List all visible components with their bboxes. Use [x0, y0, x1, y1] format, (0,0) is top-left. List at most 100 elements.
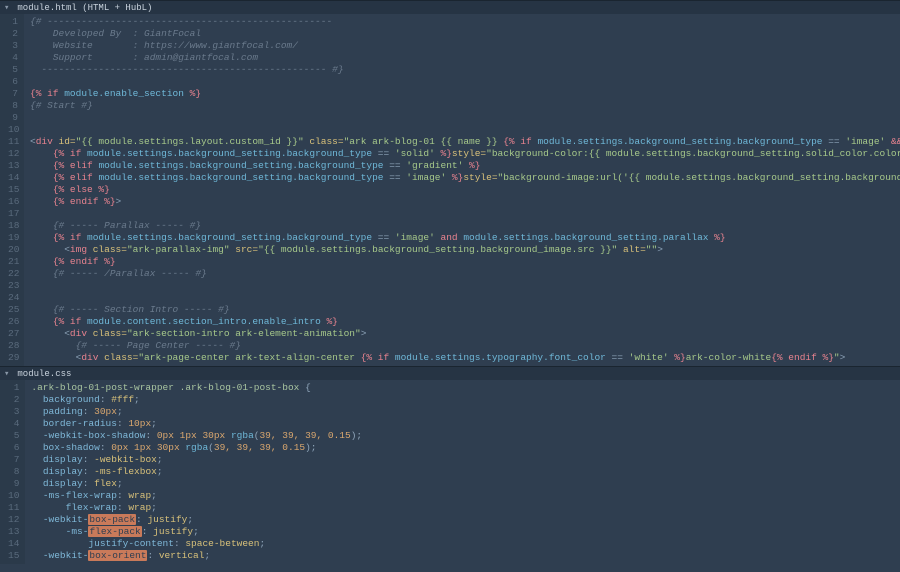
- code-line[interactable]: {% if module.enable_section %}: [30, 88, 900, 100]
- top-code[interactable]: {# -------------------------------------…: [24, 14, 900, 366]
- line-number: 9: [8, 478, 19, 490]
- code-line[interactable]: -ms-flex-wrap: wrap;: [31, 490, 362, 502]
- line-number: 5: [8, 430, 19, 442]
- code-line[interactable]: [30, 280, 900, 292]
- line-number: 20: [8, 244, 18, 256]
- code-line[interactable]: background: #fff;: [31, 394, 362, 406]
- line-number: 19: [8, 232, 18, 244]
- code-line[interactable]: [30, 124, 900, 136]
- chevron-down-icon: ▾: [4, 1, 12, 15]
- code-line[interactable]: {% if module.settings.background_setting…: [30, 232, 900, 244]
- bottom-editor[interactable]: 123456789101112131415 .ark-blog-01-post-…: [0, 380, 900, 564]
- code-line[interactable]: Support : admin@giantfocal.com: [30, 52, 900, 64]
- code-line[interactable]: {% if module.settings.background_setting…: [30, 148, 900, 160]
- line-number: 28: [8, 340, 18, 352]
- bottom-gutter: 123456789101112131415: [0, 380, 25, 564]
- line-number: 13: [8, 526, 19, 538]
- code-line[interactable]: display: -webkit-box;: [31, 454, 362, 466]
- code-line[interactable]: {# -------------------------------------…: [30, 16, 900, 28]
- line-number: 15: [8, 550, 19, 562]
- line-number: 2: [8, 394, 19, 406]
- line-number: 4: [8, 52, 18, 64]
- line-number: 7: [8, 88, 18, 100]
- code-line[interactable]: -ms-flex-pack: justify;: [31, 526, 362, 538]
- top-file-title: module.html (HTML + HubL): [17, 3, 152, 13]
- code-line[interactable]: -webkit-box-pack: justify;: [31, 514, 362, 526]
- code-line[interactable]: ----------------------------------------…: [30, 64, 900, 76]
- code-line[interactable]: <img class="ark-parallax-img" src="{{ mo…: [30, 244, 900, 256]
- code-line[interactable]: Developed By : GiantFocal: [30, 28, 900, 40]
- code-line[interactable]: {# ----- Page Center ----- #}: [30, 340, 900, 352]
- line-number: 8: [8, 100, 18, 112]
- line-number: 21: [8, 256, 18, 268]
- line-number: 6: [8, 442, 19, 454]
- line-number: 10: [8, 490, 19, 502]
- line-number: 8: [8, 466, 19, 478]
- line-number: 7: [8, 454, 19, 466]
- code-line[interactable]: {% elif module.settings.background_setti…: [30, 160, 900, 172]
- code-line[interactable]: {# ----- /Parallax ----- #}: [30, 268, 900, 280]
- line-number: 3: [8, 406, 19, 418]
- code-line[interactable]: justify-content: space-between;: [31, 538, 362, 550]
- line-number: 11: [8, 502, 19, 514]
- line-number: 3: [8, 40, 18, 52]
- chevron-down-icon: ▾: [4, 367, 12, 381]
- line-number: 11: [8, 136, 18, 148]
- line-number: 2: [8, 28, 18, 40]
- line-number: 23: [8, 280, 18, 292]
- code-line[interactable]: [30, 76, 900, 88]
- line-number: 12: [8, 148, 18, 160]
- code-line[interactable]: {% endif %}>: [30, 196, 900, 208]
- line-number: 16: [8, 196, 18, 208]
- top-file-tab[interactable]: ▾ module.html (HTML + HubL): [0, 0, 900, 14]
- top-editor[interactable]: 1234567891011121314151617181920212223242…: [0, 14, 900, 366]
- code-line[interactable]: display: -ms-flexbox;: [31, 466, 362, 478]
- code-line[interactable]: [30, 112, 900, 124]
- bottom-file-title: module.css: [17, 369, 71, 379]
- code-line[interactable]: [30, 292, 900, 304]
- line-number: 18: [8, 220, 18, 232]
- line-number: 17: [8, 208, 18, 220]
- line-number: 24: [8, 292, 18, 304]
- code-line[interactable]: {% else %}: [30, 184, 900, 196]
- code-line[interactable]: {% endif %}: [30, 256, 900, 268]
- code-line[interactable]: [30, 208, 900, 220]
- code-line[interactable]: -webkit-box-orient: vertical;: [31, 550, 362, 562]
- top-gutter: 1234567891011121314151617181920212223242…: [0, 14, 24, 366]
- code-line[interactable]: display: flex;: [31, 478, 362, 490]
- line-number: 22: [8, 268, 18, 280]
- code-line[interactable]: padding: 30px;: [31, 406, 362, 418]
- code-line[interactable]: <div class="ark-page-center ark-text-ali…: [30, 352, 900, 364]
- code-line[interactable]: {# ----- Parallax ----- #}: [30, 220, 900, 232]
- code-line[interactable]: flex-wrap: wrap;: [31, 502, 362, 514]
- bottom-file-tab[interactable]: ▾ module.css: [0, 366, 900, 380]
- line-number: 10: [8, 124, 18, 136]
- line-number: 1: [8, 382, 19, 394]
- code-line[interactable]: {% if module.content.section_intro.enabl…: [30, 316, 900, 328]
- line-number: 15: [8, 184, 18, 196]
- line-number: 29: [8, 352, 18, 364]
- line-number: 13: [8, 160, 18, 172]
- line-number: 9: [8, 112, 18, 124]
- code-line[interactable]: {# ----- Section Intro ----- #}: [30, 304, 900, 316]
- line-number: 1: [8, 16, 18, 28]
- line-number: 14: [8, 172, 18, 184]
- code-line[interactable]: -webkit-box-shadow: 0px 1px 30px rgba(39…: [31, 430, 362, 442]
- line-number: 6: [8, 76, 18, 88]
- line-number: 26: [8, 316, 18, 328]
- line-number: 25: [8, 304, 18, 316]
- code-line[interactable]: {% elif module.settings.background_setti…: [30, 172, 900, 184]
- code-line[interactable]: {# Start #}: [30, 100, 900, 112]
- code-line[interactable]: border-radius: 10px;: [31, 418, 362, 430]
- line-number: 12: [8, 514, 19, 526]
- code-line[interactable]: <div class="ark-section-intro ark-elemen…: [30, 328, 900, 340]
- line-number: 27: [8, 328, 18, 340]
- code-line[interactable]: Website : https://www.giantfocal.com/: [30, 40, 900, 52]
- line-number: 14: [8, 538, 19, 550]
- code-line[interactable]: box-shadow: 0px 1px 30px rgba(39, 39, 39…: [31, 442, 362, 454]
- bottom-code[interactable]: .ark-blog-01-post-wrapper .ark-blog-01-p…: [25, 380, 362, 564]
- code-line[interactable]: .ark-blog-01-post-wrapper .ark-blog-01-p…: [31, 382, 362, 394]
- line-number: 5: [8, 64, 18, 76]
- line-number: 4: [8, 418, 19, 430]
- code-line[interactable]: <div id="{{ module.settings.layout.custo…: [30, 136, 900, 148]
